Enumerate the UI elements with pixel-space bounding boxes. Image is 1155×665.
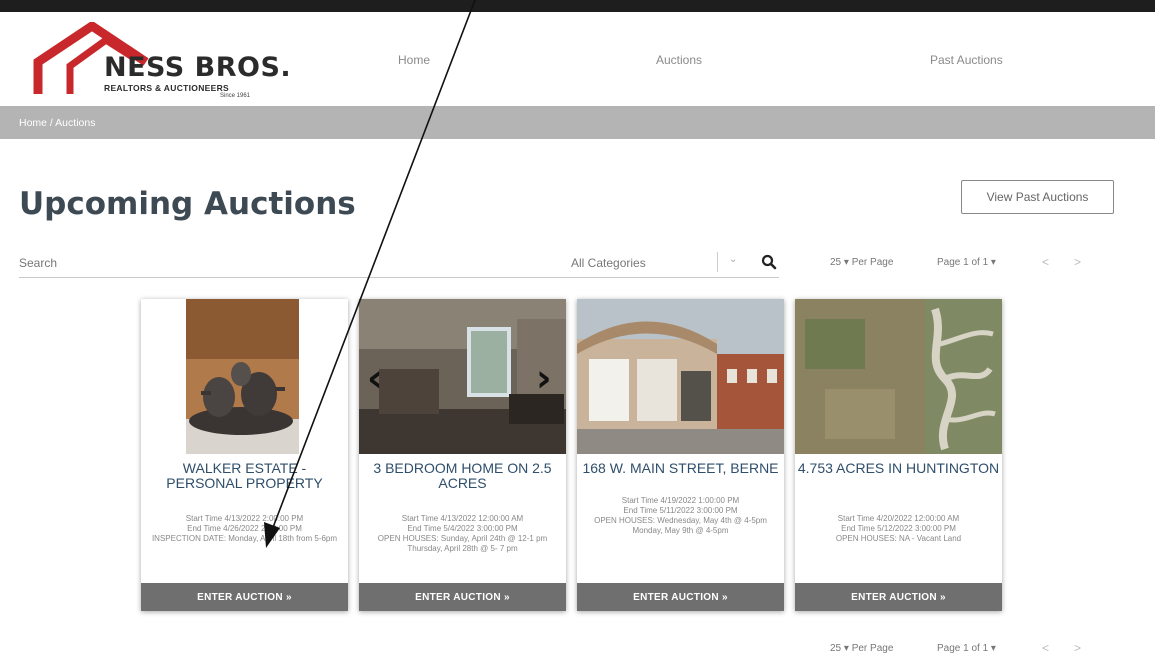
prev-page-button[interactable]: < — [1042, 255, 1049, 269]
auction-title[interactable]: 168 W. MAIN STREET, BERNE — [579, 461, 782, 476]
brand-name: NESS BROS. — [104, 52, 292, 83]
next-page-button[interactable]: > — [1074, 255, 1081, 269]
enter-auction-button[interactable]: ENTER AUCTION » — [359, 583, 566, 611]
auction-note: INSPECTION DATE: Monday, April 18th from… — [151, 534, 338, 543]
auction-card[interactable]: WALKER ESTATE - PERSONAL PROPERTY Start … — [141, 299, 348, 611]
per-page-select[interactable]: 25 ▾ Per Page — [830, 257, 893, 268]
auction-start-time: Start Time 4/20/2022 12:00:00 AM — [837, 514, 960, 523]
auction-title[interactable]: WALKER ESTATE - PERSONAL PROPERTY — [143, 461, 346, 491]
auction-image[interactable] — [141, 299, 348, 454]
auction-start-time: Start Time 4/19/2022 1:00:00 PM — [621, 496, 740, 505]
auction-end-time: End Time 5/4/2022 3:00:00 PM — [407, 524, 518, 533]
auction-title[interactable]: 3 BEDROOM HOME ON 2.5 ACRES — [361, 461, 564, 491]
page-title: Upcoming Auctions — [19, 186, 356, 222]
page-label: Page 1 of 1 — [937, 257, 989, 268]
page-select[interactable]: Page 1 of 1 ▾ — [937, 643, 996, 654]
aerial-land-photo — [795, 299, 1002, 454]
auction-note: OPEN HOUSES: NA - Vacant Land — [835, 534, 962, 543]
auction-start-time: Start Time 4/13/2022 2:00:00 PM — [185, 514, 304, 523]
category-divider — [717, 252, 718, 272]
interior-photo — [359, 299, 566, 454]
auction-note: OPEN HOUSES: Sunday, April 24th @ 12-1 p… — [377, 534, 548, 553]
auction-details: Start Time 4/20/2022 12:00:00 AM End Tim… — [799, 514, 998, 544]
carousel-next-icon[interactable]: › — [536, 359, 552, 397]
site-header: NESS BROS. REALTORS & AUCTIONEERS Since … — [0, 12, 1155, 106]
search-icon[interactable] — [761, 254, 777, 270]
nav-home[interactable]: Home — [398, 53, 430, 67]
auction-image[interactable] — [577, 299, 784, 454]
auction-details: Start Time 4/13/2022 2:00:00 PM End Time… — [145, 514, 344, 544]
auction-image[interactable] — [795, 299, 1002, 454]
enter-auction-button[interactable]: ENTER AUCTION » — [577, 583, 784, 611]
per-page-value: 25 — [830, 257, 842, 268]
chevron-down-icon[interactable]: ⌄ — [729, 254, 737, 265]
storefront-photo — [577, 299, 784, 454]
brand-subtitle: REALTORS & AUCTIONEERS — [104, 83, 229, 93]
auction-title[interactable]: 4.753 ACRES IN HUNTINGTON — [797, 461, 1000, 476]
page-select[interactable]: Page 1 of 1 ▾ — [937, 257, 996, 268]
top-bar — [0, 0, 1155, 12]
view-past-auctions-button[interactable]: View Past Auctions — [961, 180, 1114, 214]
breadcrumb-text[interactable]: Home / Auctions — [19, 117, 95, 129]
pagination-bottom: 25 ▾ Per Page Page 1 of 1 ▾ < > — [830, 641, 1100, 657]
per-page-select[interactable]: 25 ▾ Per Page — [830, 643, 893, 654]
auction-details: Start Time 4/13/2022 12:00:00 AM End Tim… — [363, 514, 562, 554]
search-input[interactable] — [19, 252, 419, 274]
per-page-label: Per Page — [851, 643, 894, 654]
auction-start-time: Start Time 4/13/2022 12:00:00 AM — [401, 514, 524, 523]
auction-card[interactable]: ‹ › 3 BEDROOM HOME ON 2.5 ACRES Start Ti… — [359, 299, 566, 611]
breadcrumb: Home / Auctions — [0, 106, 1155, 139]
auction-details: Start Time 4/19/2022 1:00:00 PM End Time… — [581, 496, 780, 536]
per-page-label: Per Page — [851, 257, 894, 268]
enter-auction-button[interactable]: ENTER AUCTION » — [141, 583, 348, 611]
nav-past-auctions[interactable]: Past Auctions — [930, 53, 1003, 67]
prev-page-button[interactable]: < — [1042, 641, 1049, 655]
auction-note: OPEN HOUSES: Wednesday, May 4th @ 4-5pm … — [594, 516, 767, 535]
auction-image[interactable]: ‹ › — [359, 299, 566, 454]
auction-end-time: End Time 5/11/2022 3:00:00 PM — [623, 506, 738, 515]
enter-auction-button[interactable]: ENTER AUCTION » — [795, 583, 1002, 611]
per-page-value: 25 — [830, 643, 842, 654]
auction-end-time: End Time 4/26/2022 2:00:00 PM — [187, 524, 302, 533]
page-label: Page 1 of 1 — [937, 643, 989, 654]
auction-end-time: End Time 5/12/2022 3:00:00 PM — [841, 524, 956, 533]
site-logo[interactable]: NESS BROS. REALTORS & AUCTIONEERS Since … — [30, 22, 291, 102]
auction-card[interactable]: 4.753 ACRES IN HUNTINGTON Start Time 4/2… — [795, 299, 1002, 611]
carousel-prev-icon[interactable]: ‹ — [367, 359, 383, 397]
nav-auctions[interactable]: Auctions — [656, 53, 702, 67]
brand-since: Since 1961 — [220, 93, 251, 99]
search-bar: All Categories ⌄ — [19, 248, 779, 278]
pagination-top: 25 ▾ Per Page Page 1 of 1 ▾ < > — [830, 255, 1100, 271]
tea-set-photo — [141, 299, 348, 454]
category-select[interactable]: All Categories — [571, 256, 646, 270]
next-page-button[interactable]: > — [1074, 641, 1081, 655]
auction-card[interactable]: 168 W. MAIN STREET, BERNE Start Time 4/1… — [577, 299, 784, 611]
